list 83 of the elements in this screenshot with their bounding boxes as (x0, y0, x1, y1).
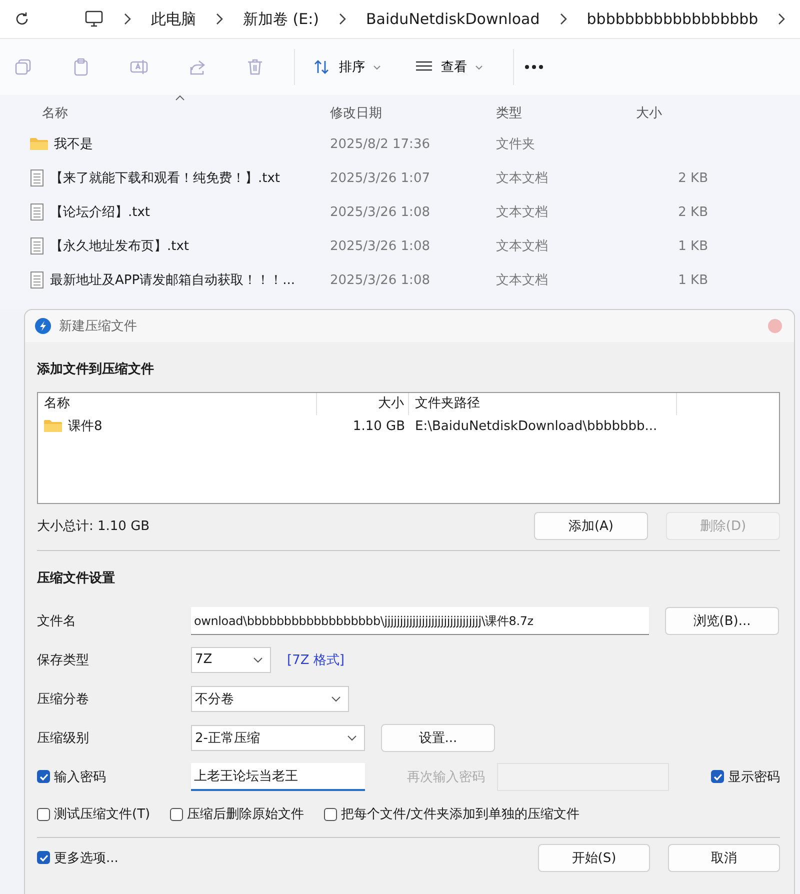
field-label: 压缩级别 (37, 730, 90, 746)
file-name[interactable]: 【永久地址发布页】.txt (0, 237, 330, 255)
field-label: 保存类型 (37, 652, 90, 668)
caret-icon (331, 696, 341, 702)
size-cell-text: 1 KB (677, 238, 708, 254)
split-dropdown[interactable]: 不分卷 (191, 686, 349, 712)
folder-icon (44, 419, 62, 433)
breadcrumb-item[interactable]: BaiduNetdiskDownload (366, 10, 540, 28)
column-header[interactable]: 名称 (38, 393, 317, 415)
file-name[interactable]: 【论坛介绍】.txt (0, 203, 330, 221)
chevron-icon (216, 13, 223, 25)
caret-icon (475, 64, 483, 70)
text-file-icon (30, 237, 44, 255)
size-cell-text: 2 KB (677, 204, 708, 220)
caret-icon (253, 656, 263, 662)
date-cell-text: 2025/3/26 1:08 (330, 272, 431, 288)
type-cell-text: 文本文档 (496, 272, 549, 289)
file-name[interactable]: 课件8 (38, 417, 317, 435)
size-cell-text: 1 KB (677, 272, 708, 288)
column-header[interactable]: 大小 (626, 104, 718, 122)
filename-field[interactable]: ownload\bbbbbbbbbbbbbbbbbb\jjjjjjjjjjjjjjjjjjjjjjjjjjjjjjj\课件8.7z (191, 606, 649, 634)
text-file-icon (30, 203, 44, 221)
option-checkbox[interactable]: 把每个文件/文件夹添加到单独的压缩文件 (324, 805, 580, 823)
path-cell-text: E:\BaiduNetdiskDownload\bbbbbbb... (414, 418, 658, 434)
date-cell-text: 2025/8/2 17:36 (330, 136, 431, 152)
type-cell-text: 文件夹 (496, 136, 536, 153)
option-checkbox[interactable]: 测试压缩文件(T) (37, 805, 150, 823)
text-file-icon (30, 271, 44, 289)
computer-icon[interactable] (84, 10, 104, 28)
sort-button[interactable]: 排序 (301, 52, 393, 82)
browse-button[interactable]: 浏览(B)... (665, 606, 779, 634)
sort-arrows-icon (313, 59, 331, 75)
caret-icon (347, 734, 357, 740)
type-cell-text: 文本文档 (496, 238, 549, 255)
sort-caret-icon (175, 95, 185, 101)
file-name[interactable]: 【来了就能下载和观看！纯免费！】.txt (0, 169, 330, 187)
show-password-checkbox[interactable]: 显示密码 (711, 768, 780, 786)
field-label: 压缩分卷 (37, 690, 90, 708)
section-title: 添加文件到压缩文件 (37, 360, 155, 378)
format-link[interactable]: [7Z 格式] (287, 650, 344, 668)
start-button[interactable]: 开始(S) (538, 844, 650, 872)
view-button[interactable]: 查看 (403, 52, 495, 82)
chevron-icon (778, 13, 786, 25)
more-options-checkbox[interactable]: 更多选项... (37, 848, 118, 866)
close-button[interactable] (768, 319, 782, 333)
column-header[interactable]: 名称 (0, 104, 330, 122)
breadcrumb-item[interactable]: 此电脑 (151, 10, 196, 28)
chevron-icon (124, 13, 131, 25)
level-dropdown[interactable]: 2-正常压缩 (191, 724, 365, 750)
password-checkbox[interactable]: 输入密码 (37, 768, 191, 786)
column-header[interactable]: 修改日期 (330, 104, 496, 122)
type-cell-text: 文本文档 (496, 204, 549, 221)
file-name[interactable]: 最新地址及APP请发邮箱自动获取！！！... (0, 271, 330, 289)
breadcrumb-item[interactable]: 新加卷 (E:) (243, 10, 320, 28)
column-header[interactable]: 大小 (317, 393, 409, 415)
chevron-icon (339, 13, 346, 25)
total-size-label: 大小总计: 1.10 GB (37, 518, 150, 534)
date-cell-text: 2025/3/26 1:08 (330, 204, 431, 220)
add-button[interactable]: 添加(A) (534, 512, 648, 540)
cancel-button[interactable]: 取消 (668, 844, 780, 872)
size-cell-text: 2 KB (677, 170, 708, 186)
date-cell-text: 2025/3/26 1:08 (330, 238, 431, 254)
caret-icon (373, 64, 381, 70)
breadcrumb-item[interactable]: bbbbbbbbbbbbbbbbbb (586, 10, 758, 28)
chevron-icon (560, 13, 567, 25)
settings-button[interactable]: 设置... (381, 724, 495, 752)
app-icon (35, 318, 51, 334)
size-cell-text: 1.10 GB (352, 418, 406, 434)
date-cell-text: 2025/3/26 1:07 (330, 170, 431, 186)
option-checkbox[interactable]: 压缩后删除原始文件 (170, 805, 304, 823)
window-title: 新建压缩文件 (59, 318, 137, 335)
field-label: 文件名 (37, 612, 77, 630)
type-cell-text: 文本文档 (496, 170, 549, 187)
column-header[interactable]: 类型 (496, 104, 626, 122)
folder-icon (30, 137, 48, 151)
save-type-dropdown[interactable]: 7Z (191, 646, 271, 672)
password-field[interactable]: 上老王论坛当老王 (191, 762, 365, 790)
refresh-icon[interactable] (14, 11, 30, 27)
column-header[interactable]: 文件夹路径 (409, 393, 677, 415)
field-label: 再次输入密码 (407, 768, 485, 786)
section-title: 压缩文件设置 (37, 570, 116, 587)
text-file-icon (30, 169, 44, 187)
file-name[interactable]: 我不是 (0, 135, 330, 153)
